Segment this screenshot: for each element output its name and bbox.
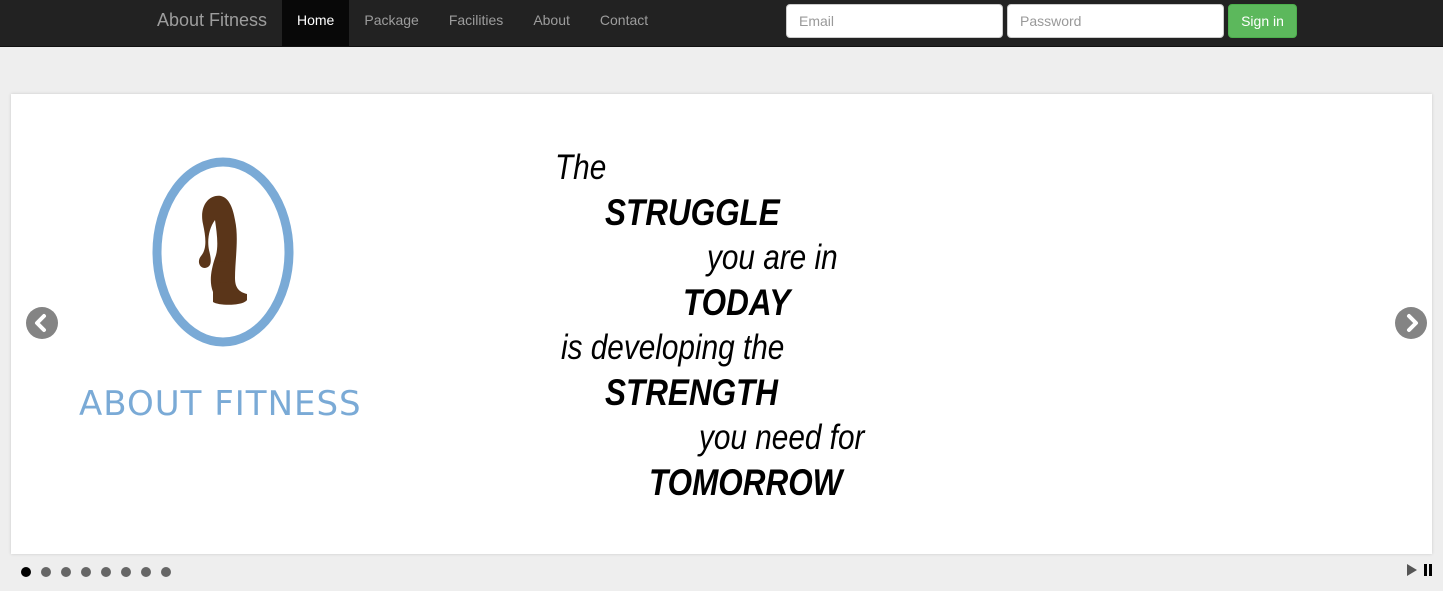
quote-line: STRUGGLE (605, 192, 780, 233)
logo-text: ABOUT FITNESS (79, 384, 362, 424)
image-slider: ABOUT FITNESS The STRUGGLE you are in TO… (11, 94, 1432, 554)
next-slide-button[interactable] (1395, 307, 1427, 339)
nav-item-facilities[interactable]: Facilities (434, 0, 518, 46)
nav-item-about[interactable]: About (518, 0, 585, 46)
nav-menu: Home Package Facilities About Contact (282, 0, 663, 46)
slide-dot[interactable] (161, 567, 171, 577)
slide-dot[interactable] (21, 567, 31, 577)
password-field[interactable] (1007, 4, 1224, 38)
slide-dot[interactable] (121, 567, 131, 577)
prev-slide-button[interactable] (26, 307, 58, 339)
nav-item-contact[interactable]: Contact (585, 0, 663, 46)
quote-line: TODAY (683, 282, 791, 323)
chevron-right-icon (1407, 314, 1418, 332)
quote-line: you need for (699, 418, 865, 457)
slide-dot[interactable] (101, 567, 111, 577)
navbar: About Fitness Home Package Facilities Ab… (0, 0, 1443, 47)
pause-icon[interactable] (1423, 563, 1433, 577)
slide-dot[interactable] (41, 567, 51, 577)
quote-line: The (555, 148, 607, 187)
brand-link[interactable]: About Fitness (157, 10, 267, 30)
nav-item-home[interactable]: Home (282, 0, 350, 46)
nav-item-package[interactable]: Package (349, 0, 433, 46)
play-icon[interactable] (1406, 563, 1418, 577)
quote-line: TOMORROW (649, 462, 843, 503)
chevron-left-icon (35, 314, 46, 332)
quote-line: STRENGTH (605, 372, 778, 413)
slide-dot[interactable] (81, 567, 91, 577)
sign-in-button[interactable]: Sign in (1228, 4, 1297, 38)
fitness-logo-icon (152, 157, 294, 347)
slide-dot[interactable] (61, 567, 71, 577)
quote-line: you are in (707, 238, 838, 277)
slide-dot[interactable] (141, 567, 151, 577)
slide-indicators (21, 567, 181, 577)
email-field[interactable] (786, 4, 1003, 38)
quote-line: is developing the (561, 328, 785, 367)
